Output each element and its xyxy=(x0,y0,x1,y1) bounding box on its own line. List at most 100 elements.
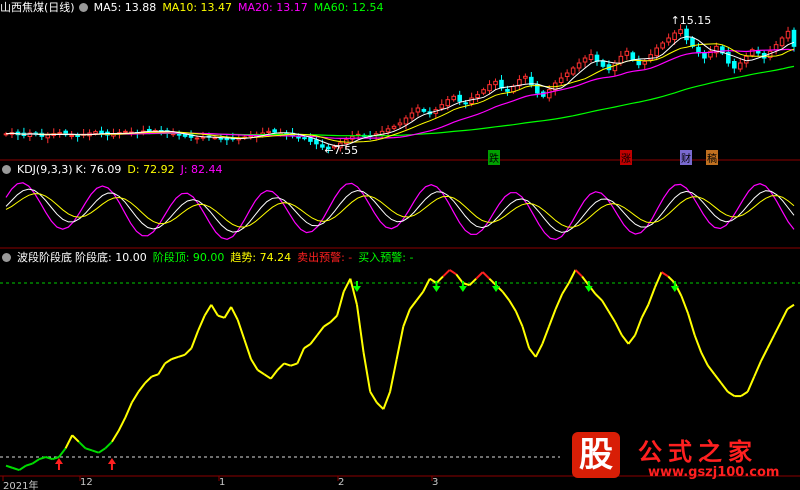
trend-line-segment xyxy=(647,286,656,306)
candle-body xyxy=(463,102,468,105)
trend-line-segment xyxy=(561,282,570,295)
candle-body xyxy=(570,67,576,75)
trend-line-segment xyxy=(720,382,729,393)
candle-body xyxy=(439,104,445,109)
event-marker-down[interactable]: 跌 xyxy=(488,150,500,165)
trend-line-segment xyxy=(713,373,722,384)
trend-line-segment xyxy=(309,334,319,345)
candle-body xyxy=(272,129,277,133)
settings-circle-icon[interactable] xyxy=(2,165,11,174)
trend-line-segment xyxy=(541,326,550,345)
trend-line-segment xyxy=(528,347,537,358)
trend-line-segment xyxy=(276,362,285,371)
trend-line-segment xyxy=(680,295,689,314)
trend-line-segment xyxy=(402,308,411,327)
buy-warning-arrow xyxy=(107,458,116,470)
candle-body xyxy=(732,61,737,69)
candle-body xyxy=(403,117,409,125)
candle-body xyxy=(666,37,671,43)
candle-body xyxy=(678,29,683,34)
trend-line-segment xyxy=(574,269,583,278)
trend-line-segment xyxy=(376,401,385,410)
trend-line-segment xyxy=(746,376,756,393)
candle-body xyxy=(499,79,504,89)
wave-panel-header: 波段阶段底 阶段底: 10.00 阶段顶: 90.00 趋势: 74.24 卖出预警: … xyxy=(0,251,419,265)
trend-line-segment xyxy=(12,466,20,472)
trend-line-segment xyxy=(197,315,206,332)
kdj-k-label: K: 76.09 xyxy=(75,163,122,176)
trend-line-segment xyxy=(250,358,259,371)
trend-line-segment xyxy=(548,308,557,327)
candle-body xyxy=(385,128,391,133)
trend-line-segment xyxy=(137,382,146,393)
trend-line-segment xyxy=(786,303,795,310)
kdj-title: KDJ(9,3,3) xyxy=(17,163,73,176)
candle-body xyxy=(146,129,152,131)
candle-body xyxy=(415,107,421,113)
trend-line-segment xyxy=(111,430,120,443)
trend-line-segment xyxy=(661,271,669,278)
trend-line-segment xyxy=(157,362,166,375)
candle-body xyxy=(785,30,791,39)
trend-line-segment xyxy=(654,271,663,288)
settings-circle-icon[interactable] xyxy=(78,3,88,12)
x-axis-label-mar: 3 xyxy=(432,477,439,488)
sell-warning-arrow xyxy=(458,281,467,292)
candle-body xyxy=(218,137,224,140)
trend-line-segment xyxy=(534,343,544,358)
trend-line-segment xyxy=(203,304,213,317)
event-marker-up[interactable]: 涨 xyxy=(620,150,632,165)
trend-line-segment xyxy=(144,375,153,384)
trend-line-segment xyxy=(104,441,113,450)
trend-line-segment xyxy=(117,417,127,432)
candle-body xyxy=(481,89,486,94)
candle-body xyxy=(630,52,636,61)
candle-body xyxy=(582,57,588,63)
candle-body xyxy=(600,60,606,67)
stock-chart-window: ↑15.15 ←7.55 山西焦煤(日线) MA5: 13.88 MA10: 13.4… xyxy=(0,0,800,490)
trend-line-segment xyxy=(468,277,477,286)
logo-stock-icon: 股 xyxy=(572,432,620,478)
candle-body xyxy=(457,94,462,102)
trend-line-segment xyxy=(58,447,67,458)
candle-body xyxy=(546,89,552,99)
kdj-d-label: D: 72.92 xyxy=(127,163,175,176)
trend-line-segment xyxy=(5,464,13,469)
settings-circle-icon[interactable] xyxy=(2,253,11,262)
candle-body xyxy=(779,37,785,47)
candle-body xyxy=(266,130,271,133)
trend-line-segment xyxy=(594,293,603,302)
trend-line-segment xyxy=(389,358,398,392)
candle-body xyxy=(445,99,451,107)
trend-line-segment xyxy=(31,458,40,465)
trend-line-segment xyxy=(91,449,100,454)
trend-line-segment xyxy=(779,308,789,323)
trend-line-segment xyxy=(342,278,352,293)
candle-body xyxy=(469,97,474,104)
event-marker-report[interactable]: 稿 xyxy=(706,150,718,165)
trend-line-segment xyxy=(759,347,769,362)
candle-body xyxy=(391,125,397,129)
candle-body xyxy=(588,54,594,61)
candle-body xyxy=(451,95,457,101)
trend-line-segment xyxy=(217,314,225,319)
trend-line-segment xyxy=(501,291,511,302)
candle-body xyxy=(737,62,743,70)
trend-line-segment xyxy=(270,369,279,380)
candle-body xyxy=(773,44,779,51)
trend-line-segment xyxy=(283,362,292,367)
trend-line-segment xyxy=(607,310,617,323)
trend-line-segment xyxy=(38,456,47,461)
trend-line-segment xyxy=(449,269,457,276)
candle-body xyxy=(648,54,654,61)
wave-trend-label: 趋势: 74.24 xyxy=(230,251,292,264)
event-marker-finance[interactable]: 财 xyxy=(680,150,692,165)
candle-body xyxy=(755,50,761,54)
candle-body xyxy=(612,62,618,72)
wave-sell-label: 卖出预警: - xyxy=(297,251,353,264)
trend-line-segment xyxy=(124,402,133,419)
candle-body xyxy=(308,137,313,142)
ma5-line xyxy=(5,36,795,147)
trend-line-segment xyxy=(395,326,405,360)
candle-body xyxy=(505,89,510,92)
